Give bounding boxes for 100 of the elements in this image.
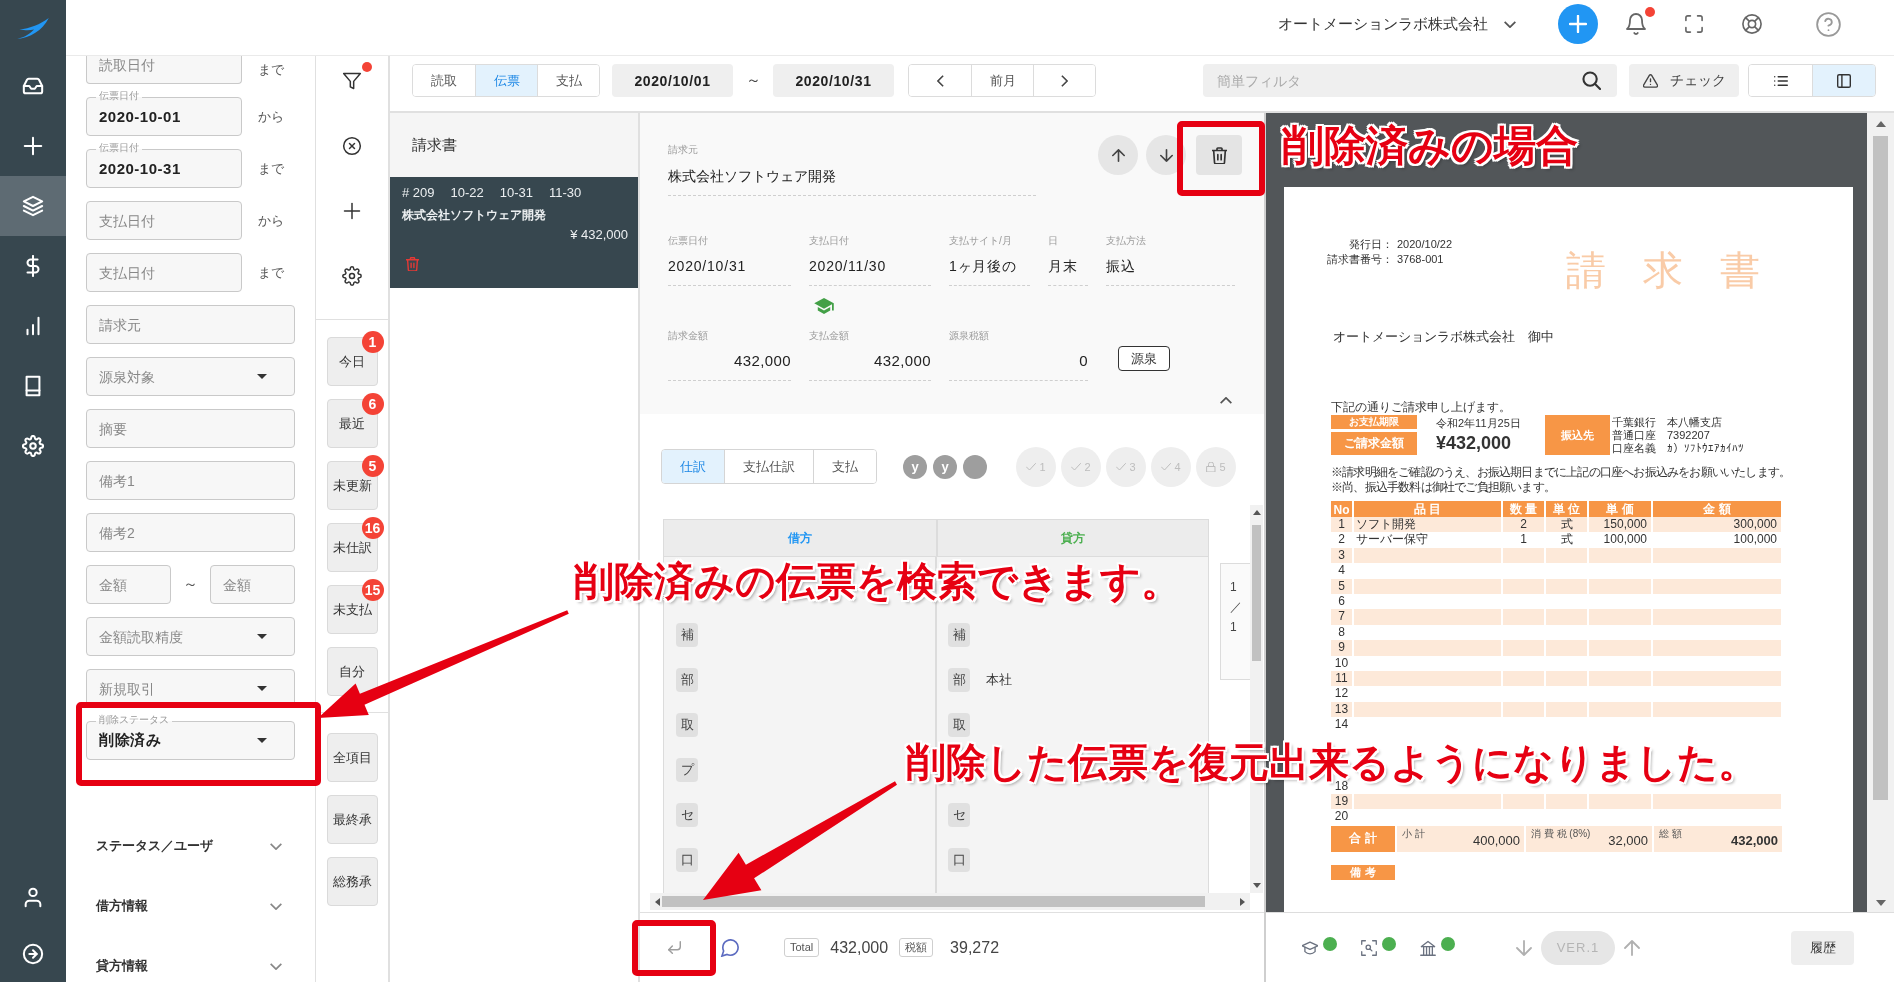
field-tag: 取 — [948, 712, 970, 737]
plus-icon — [1569, 15, 1587, 33]
column-header: 借方 — [787, 529, 813, 547]
scrollbar-thumb[interactable] — [1873, 136, 1888, 800]
chevron-left-icon — [936, 74, 944, 87]
invoice-date: 11-30 — [549, 184, 582, 202]
table-cell — [1503, 794, 1544, 810]
table-cell: 1 — [1331, 517, 1352, 533]
total-value: 400,000 — [1473, 832, 1520, 849]
table-cell — [1589, 794, 1651, 810]
field-tag: セ — [948, 802, 970, 827]
invoice-amount: ¥ 432,000 — [570, 226, 628, 244]
field-tag: セ — [676, 802, 698, 827]
range-separator: ～ — [182, 575, 199, 594]
filter-icon — [342, 71, 362, 91]
count-badge: 16 — [361, 517, 384, 539]
intro-text: 下記の通りご請求申し上げます。 — [1331, 399, 1512, 415]
field-label: 伝票日付 — [668, 234, 709, 248]
withholding-button[interactable]: 源泉 — [1118, 346, 1170, 371]
table-cell: 3 — [1331, 547, 1352, 564]
count-badge: 6 — [361, 393, 384, 415]
vertical-scrollbar[interactable] — [1867, 113, 1894, 912]
bell-icon — [1626, 13, 1646, 35]
check-button[interactable]: チェック — [1629, 64, 1739, 97]
input-field[interactable]: 備考1 — [86, 461, 295, 500]
table-cell: 300,000 — [1653, 517, 1781, 533]
table-cell: 5 — [1331, 578, 1352, 594]
field-tag: 部 — [948, 667, 970, 692]
gear-icon — [342, 266, 362, 286]
due-date: 令和2年11月25日 — [1436, 416, 1522, 430]
page-indicator-text: 1 — [1230, 619, 1238, 636]
table-cell — [1589, 701, 1651, 718]
total-amount: 432,000 — [830, 938, 889, 957]
arrow-down-icon — [1159, 148, 1173, 162]
field-tag: 補 — [948, 622, 970, 647]
table-cell-text: 1 — [1519, 532, 1528, 548]
source-tab[interactable]: 支払 — [537, 65, 599, 96]
horizontal-scrollbar[interactable] — [650, 893, 1250, 910]
field-label: 請求元 — [668, 143, 699, 157]
label-tag: Total — [784, 938, 820, 957]
table-cell: ソフト開発 — [1354, 517, 1501, 533]
view-button[interactable]: 最終承 — [326, 795, 378, 844]
input-field[interactable]: 読取日付 — [86, 56, 242, 84]
invoice-list-item[interactable]: # 209 10-22 10-31 11-30 株式会社ソフトウェア開発 ¥ 432,000 — [390, 177, 638, 288]
lock-icon — [1206, 461, 1217, 472]
triangle-up-icon — [1875, 121, 1886, 127]
scrollbar-thumb[interactable] — [662, 896, 1205, 907]
field-label: 伝票日付 — [96, 90, 142, 102]
table-cell: 11 — [1331, 670, 1352, 687]
table-cell — [1503, 640, 1544, 656]
trash-icon — [1211, 146, 1227, 164]
history-button[interactable]: 履歴 — [1791, 930, 1854, 965]
invoice-date: 10-31 — [499, 184, 534, 202]
arrow-circle-icon — [22, 942, 44, 965]
quick-filter-button[interactable]: 自分 — [326, 647, 378, 696]
input-field[interactable]: 金額 — [210, 565, 295, 604]
count-badge: 15 — [361, 579, 384, 601]
search-field[interactable]: 簡単フィルタ — [1203, 64, 1617, 97]
caret-icon — [257, 686, 267, 691]
delete-button[interactable] — [1196, 135, 1242, 175]
add-button[interactable] — [1558, 4, 1598, 44]
input-field[interactable]: 請求元 — [86, 305, 295, 344]
amount-label: ご請求金額 — [1331, 432, 1417, 455]
field-value: 月末 — [1048, 257, 1088, 286]
date-picker[interactable]: 2020/10/01 — [612, 64, 733, 97]
input-field[interactable]: 摘要 — [86, 409, 295, 448]
input-field[interactable]: 金額 — [86, 565, 171, 604]
table-cell — [1589, 609, 1651, 625]
page-indicator-text: ／ — [1230, 599, 1243, 616]
move-up-button[interactable] — [1098, 135, 1138, 175]
field-label: 削除ステータス — [96, 714, 172, 726]
dropdown-field[interactable]: 金額読取精度 — [86, 617, 295, 656]
section-header[interactable]: 借方情報 — [86, 890, 290, 922]
scrollbar-thumb[interactable] — [1252, 525, 1261, 661]
list-icon — [1773, 73, 1788, 88]
field-value: 2020/11/30 — [809, 257, 931, 286]
date-picker[interactable]: 2020/10/31 — [773, 64, 894, 97]
journal-tab[interactable]: 支払 — [813, 450, 876, 483]
field-value: 振込 — [1106, 257, 1235, 286]
field-suffix: まで — [258, 61, 284, 79]
triangle-down-icon — [1875, 900, 1886, 906]
input-field[interactable]: 支払日付 — [86, 253, 242, 292]
table-cell-text: 10 — [1333, 655, 1350, 671]
table-cell-text: サーバー保守 — [1355, 532, 1429, 548]
input-field[interactable]: 支払日付 — [86, 201, 242, 240]
total-caption: 小 計 — [1402, 827, 1425, 840]
dropdown-field[interactable]: 源泉対象 — [86, 357, 295, 396]
comment-icon[interactable] — [720, 938, 740, 957]
section-header[interactable]: 貸方情報 — [86, 950, 290, 982]
check-icon — [1026, 461, 1037, 472]
triangle-left-icon — [655, 897, 660, 906]
meta-value: 3768-001 — [1397, 253, 1445, 266]
view-button[interactable]: 総務承 — [326, 857, 378, 906]
section-header[interactable]: ステータス／ユーザ — [86, 830, 290, 862]
nav-item[interactable] — [0, 176, 66, 236]
input-field[interactable]: 備考2 — [86, 513, 295, 552]
view-mode-button[interactable] — [1812, 65, 1875, 96]
view-button[interactable]: 全項目 — [326, 733, 378, 782]
check-icon — [1116, 461, 1127, 472]
company-selector[interactable]: オートメーションラボ株式会社 — [1278, 4, 1516, 44]
